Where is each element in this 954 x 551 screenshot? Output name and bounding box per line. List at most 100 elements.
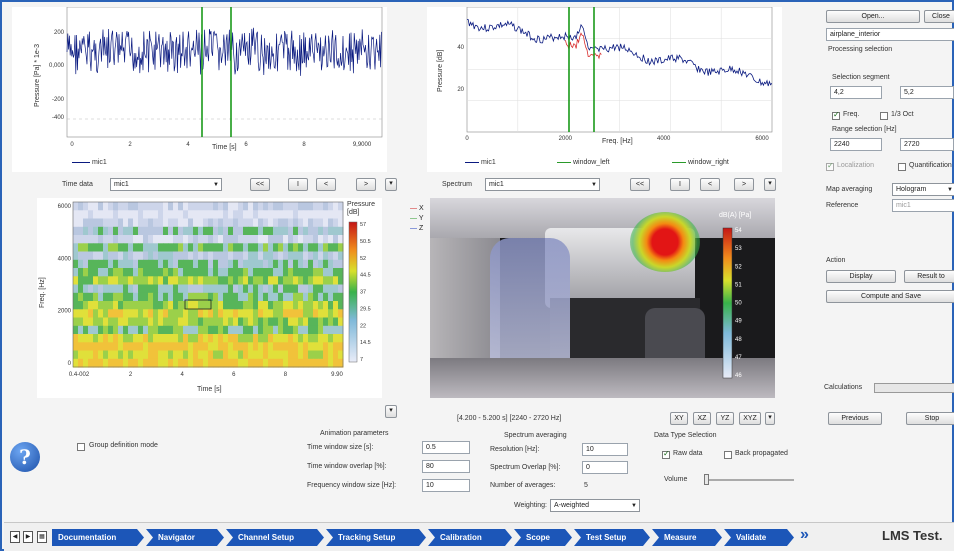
time-chart[interactable]: 200 0,000 -200 -400 0 2 4 6 8 9,9000 <box>12 6 387 172</box>
reference-field[interactable]: mic1 <box>892 199 954 212</box>
nav-next-button[interactable]: ▶ <box>23 531 33 543</box>
nav-grid-button[interactable]: ▦ <box>37 531 47 543</box>
spectrogram-cell <box>243 243 249 253</box>
nav-step-documentation[interactable]: Documentation <box>52 529 144 546</box>
spectrogram-cell <box>258 218 264 228</box>
time-first-button[interactable]: << <box>250 178 270 191</box>
segment-end-field[interactable]: 5,2 <box>900 86 954 99</box>
segment-start-field[interactable]: 4,2 <box>830 86 882 99</box>
open-button[interactable]: Open... <box>826 10 920 23</box>
nav-step-calibration[interactable]: Calibration <box>428 529 512 546</box>
range-start-field[interactable]: 2240 <box>830 138 882 151</box>
previous-button[interactable]: Previous <box>828 412 882 425</box>
nav-step-channel-setup[interactable]: Channel Setup <box>226 529 324 546</box>
nav-step-measure[interactable]: Measure <box>652 529 722 546</box>
spectrogram-cell <box>308 268 314 277</box>
spectrogram-cell <box>313 358 319 368</box>
display-button[interactable]: Display <box>826 270 896 283</box>
spectrogram-cell <box>318 317 324 327</box>
spectrogram-cell <box>293 292 299 302</box>
spectrogram-cell <box>273 268 279 277</box>
nav-step-navigator[interactable]: Navigator <box>146 529 224 546</box>
time-prev-button[interactable]: < <box>316 178 336 191</box>
spectrogram-cell <box>193 342 199 352</box>
map-averaging-select[interactable]: Hologram ▼ <box>892 183 954 196</box>
spectrogram-cell <box>168 284 174 294</box>
spectrum-next-button[interactable]: > <box>734 178 754 191</box>
spectrogram-cell <box>223 235 229 244</box>
time-index-button[interactable]: I <box>288 178 308 191</box>
stop-button[interactable]: Stop <box>906 412 954 425</box>
spectrum-select[interactable]: mic1 ▼ <box>485 178 600 191</box>
volume-slider-track[interactable] <box>704 479 794 481</box>
oct-checkbox[interactable] <box>880 112 888 120</box>
raw-data-checkbox[interactable] <box>662 449 670 459</box>
spectrogram-cell <box>293 301 299 310</box>
spectrogram-cell <box>283 268 289 277</box>
spectrum-index-button[interactable]: I <box>670 178 690 191</box>
spectrogram-cell <box>283 218 289 228</box>
spectrogram-cell <box>303 350 309 360</box>
spectrogram-cell <box>113 317 119 327</box>
spectrum-menu-button[interactable]: ▾ <box>764 178 776 191</box>
spectrogram-cell <box>233 276 239 286</box>
quantification-checkbox[interactable] <box>898 163 906 171</box>
time-window-overlap-field[interactable]: 80 <box>422 460 470 473</box>
result-to-button[interactable]: Result to <box>904 270 954 283</box>
spectrogram-cell <box>243 358 249 368</box>
view-menu-button[interactable]: ▾ <box>765 412 775 425</box>
nav-step-tracking-setup[interactable]: Tracking Setup <box>326 529 426 546</box>
range-end-field[interactable]: 2720 <box>900 138 954 151</box>
spectrogram-cell <box>303 276 309 286</box>
spectrogram-cell <box>268 284 274 294</box>
nav-step-validate[interactable]: Validate <box>724 529 794 546</box>
freq-window-size-field[interactable]: 10 <box>422 479 470 492</box>
nav-prev-button[interactable]: ◀ <box>10 531 20 543</box>
spectrogram-cell <box>238 235 244 244</box>
nav-step-scope[interactable]: Scope <box>514 529 572 546</box>
spectrogram-cell <box>293 202 299 211</box>
time-data-select[interactable]: mic1 ▼ <box>110 178 222 191</box>
spectrum-chart[interactable]: 40 20 0 2000 4000 6000 <box>427 6 782 172</box>
view-xz-button[interactable]: XZ <box>693 412 711 425</box>
compute-save-button[interactable]: Compute and Save <box>826 290 954 303</box>
spectrogram-cell <box>208 317 214 327</box>
spectrogram-cell <box>98 350 104 360</box>
group-definition-checkbox[interactable] <box>77 443 85 451</box>
spectrogram-cell <box>78 243 84 253</box>
time-menu-button[interactable]: ▾ <box>385 178 397 191</box>
back-propagated-checkbox[interactable] <box>724 451 732 459</box>
file-name-field[interactable]: airplane_interior <box>826 28 954 41</box>
time-window-size-field[interactable]: 0.5 <box>422 441 470 454</box>
spectrogram-cell <box>183 342 189 352</box>
localization-checkbox[interactable] <box>826 161 834 171</box>
spectrogram-cell <box>268 292 274 302</box>
view-xy-button[interactable]: XY <box>670 412 688 425</box>
spectrum-overlap-field[interactable]: 0 <box>582 461 628 474</box>
spectrogram-cell <box>88 325 94 335</box>
volume-slider-handle[interactable] <box>704 474 709 485</box>
help-icon[interactable]: ? <box>10 442 40 472</box>
double-chevron-icon[interactable]: » <box>800 526 809 544</box>
spectrogram-cell <box>83 301 89 310</box>
processing-selection-title: Processing selection <box>828 46 893 53</box>
view-xyz-button[interactable]: XYZ <box>739 412 761 425</box>
spectrogram-cell <box>143 350 149 360</box>
resolution-field[interactable]: 10 <box>582 443 628 456</box>
weighting-select[interactable]: A-weighted ▼ <box>550 499 640 512</box>
freq-checkbox[interactable] <box>832 110 840 120</box>
spectrum-prev-button[interactable]: < <box>700 178 720 191</box>
spectrogram-cell <box>163 243 169 253</box>
spectrogram[interactable]: 6000 4000 2000 0 0.4-002 2 4 6 8 9.90 57 50.5 52 44.5… <box>37 198 382 398</box>
nav-step-test-setup[interactable]: Test Setup <box>574 529 650 546</box>
spectrogram-cell <box>193 259 199 269</box>
spectrogram-cell <box>143 202 149 211</box>
acoustic-image-panel[interactable]: 54 53 52 51 50 49 48 47 46 dB(A) [Pa] <box>430 198 775 398</box>
close-button[interactable]: Close <box>924 10 954 23</box>
view-yz-button[interactable]: YZ <box>716 412 734 425</box>
spectrogram-menu-button[interactable]: ▾ <box>385 405 397 418</box>
spectrum-first-button[interactable]: << <box>630 178 650 191</box>
time-next-button[interactable]: > <box>356 178 376 191</box>
spectrogram-cell <box>148 284 154 294</box>
spectrogram-cell <box>293 325 299 335</box>
